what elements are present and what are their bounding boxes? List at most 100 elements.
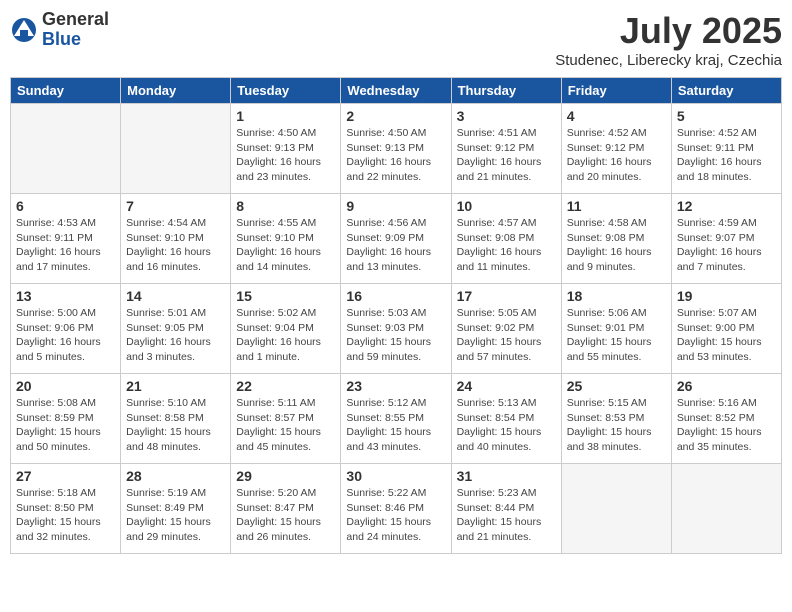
day-info: Sunrise: 5:11 AM Sunset: 8:57 PM Dayligh…: [236, 396, 335, 455]
day-number: 9: [346, 198, 445, 214]
day-info: Sunrise: 5:22 AM Sunset: 8:46 PM Dayligh…: [346, 486, 445, 545]
day-number: 14: [126, 288, 225, 304]
logo-general-text: General: [42, 10, 109, 30]
day-info: Sunrise: 4:50 AM Sunset: 9:13 PM Dayligh…: [346, 126, 445, 185]
day-info: Sunrise: 5:10 AM Sunset: 8:58 PM Dayligh…: [126, 396, 225, 455]
calendar-table: SundayMondayTuesdayWednesdayThursdayFrid…: [10, 77, 782, 554]
calendar-week-row: 20Sunrise: 5:08 AM Sunset: 8:59 PM Dayli…: [11, 374, 782, 464]
calendar-cell: 20Sunrise: 5:08 AM Sunset: 8:59 PM Dayli…: [11, 374, 121, 464]
day-number: 21: [126, 378, 225, 394]
day-header-tuesday: Tuesday: [231, 78, 341, 104]
calendar-cell: 24 Sunrise: 5:13 AM Sunset: 8:54 PM Dayli…: [451, 374, 561, 464]
day-number: 19: [677, 288, 776, 304]
day-number: 11: [567, 198, 666, 214]
day-info: Sunrise: 4:55 AM Sunset: 9:10 PM Dayligh…: [236, 216, 335, 275]
day-info: Sunrise: 5:00 AM Sunset: 9:06 PM Dayligh…: [16, 306, 115, 365]
calendar-cell: 18Sunrise: 5:06 AM Sunset: 9:01 PM Dayli…: [561, 284, 671, 374]
calendar-cell: 2 Sunrise: 4:50 AM Sunset: 9:13 PM Daylig…: [341, 104, 451, 194]
day-info: Sunrise: 4:59 AM Sunset: 9:07 PM Dayligh…: [677, 216, 776, 275]
day-number: 29: [236, 468, 335, 484]
day-number: 6: [16, 198, 115, 214]
calendar-cell: 7 Sunrise: 4:54 AM Sunset: 9:10 PM Daylig…: [121, 194, 231, 284]
logo-blue-text: Blue: [42, 30, 109, 50]
day-info: Sunrise: 5:07 AM Sunset: 9:00 PM Dayligh…: [677, 306, 776, 365]
day-info: Sunrise: 4:56 AM Sunset: 9:09 PM Dayligh…: [346, 216, 445, 275]
calendar-cell: 3 Sunrise: 4:51 AM Sunset: 9:12 PM Daylig…: [451, 104, 561, 194]
day-info: Sunrise: 4:50 AM Sunset: 9:13 PM Dayligh…: [236, 126, 335, 185]
day-number: 10: [457, 198, 556, 214]
day-header-sunday: Sunday: [11, 78, 121, 104]
day-number: 4: [567, 108, 666, 124]
calendar-week-row: 1Sunrise: 4:50 AM Sunset: 9:13 PM Daylig…: [11, 104, 782, 194]
day-info: Sunrise: 4:52 AM Sunset: 9:11 PM Dayligh…: [677, 126, 776, 185]
day-number: 23: [346, 378, 445, 394]
month-year-title: July 2025: [555, 10, 782, 52]
day-info: Sunrise: 4:53 AM Sunset: 9:11 PM Dayligh…: [16, 216, 115, 275]
day-number: 16: [346, 288, 445, 304]
calendar-cell: 15 Sunrise: 5:02 AM Sunset: 9:04 PM Dayli…: [231, 284, 341, 374]
calendar-cell: 21 Sunrise: 5:10 AM Sunset: 8:58 PM Dayli…: [121, 374, 231, 464]
day-number: 26: [677, 378, 776, 394]
day-number: 15: [236, 288, 335, 304]
calendar-week-row: 6 Sunrise: 4:53 AM Sunset: 9:11 PM Daylig…: [11, 194, 782, 284]
day-info: Sunrise: 5:05 AM Sunset: 9:02 PM Dayligh…: [457, 306, 556, 365]
calendar-cell: 31Sunrise: 5:23 AM Sunset: 8:44 PM Dayli…: [451, 464, 561, 554]
calendar-cell: 5Sunrise: 4:52 AM Sunset: 9:11 PM Daylig…: [671, 104, 781, 194]
calendar-cell: 10 Sunrise: 4:57 AM Sunset: 9:08 PM Dayli…: [451, 194, 561, 284]
day-header-friday: Friday: [561, 78, 671, 104]
calendar-cell: 1Sunrise: 4:50 AM Sunset: 9:13 PM Daylig…: [231, 104, 341, 194]
day-info: Sunrise: 5:03 AM Sunset: 9:03 PM Dayligh…: [346, 306, 445, 365]
calendar-cell: 11 Sunrise: 4:58 AM Sunset: 9:08 PM Dayli…: [561, 194, 671, 284]
day-info: Sunrise: 4:51 AM Sunset: 9:12 PM Dayligh…: [457, 126, 556, 185]
day-info: Sunrise: 5:15 AM Sunset: 8:53 PM Dayligh…: [567, 396, 666, 455]
calendar-cell: 29 Sunrise: 5:20 AM Sunset: 8:47 PM Dayli…: [231, 464, 341, 554]
day-info: Sunrise: 4:54 AM Sunset: 9:10 PM Dayligh…: [126, 216, 225, 275]
day-info: Sunrise: 4:58 AM Sunset: 9:08 PM Dayligh…: [567, 216, 666, 275]
day-info: Sunrise: 5:01 AM Sunset: 9:05 PM Dayligh…: [126, 306, 225, 365]
title-block: July 2025 Studenec, Liberecky kraj, Czec…: [555, 10, 782, 69]
calendar-cell: [671, 464, 781, 554]
calendar-cell: 9 Sunrise: 4:56 AM Sunset: 9:09 PM Daylig…: [341, 194, 451, 284]
day-number: 7: [126, 198, 225, 214]
day-number: 20: [16, 378, 115, 394]
day-number: 28: [126, 468, 225, 484]
day-number: 30: [346, 468, 445, 484]
calendar-cell: 27 Sunrise: 5:18 AM Sunset: 8:50 PM Dayli…: [11, 464, 121, 554]
day-info: Sunrise: 5:13 AM Sunset: 8:54 PM Dayligh…: [457, 396, 556, 455]
calendar-cell: 13 Sunrise: 5:00 AM Sunset: 9:06 PM Dayli…: [11, 284, 121, 374]
day-number: 27: [16, 468, 115, 484]
day-number: 24: [457, 378, 556, 394]
day-info: Sunrise: 5:19 AM Sunset: 8:49 PM Dayligh…: [126, 486, 225, 545]
day-number: 3: [457, 108, 556, 124]
day-number: 18: [567, 288, 666, 304]
day-header-thursday: Thursday: [451, 78, 561, 104]
calendar-header-row: SundayMondayTuesdayWednesdayThursdayFrid…: [11, 78, 782, 104]
logo-icon: [10, 16, 38, 44]
day-info: Sunrise: 5:20 AM Sunset: 8:47 PM Dayligh…: [236, 486, 335, 545]
day-number: 17: [457, 288, 556, 304]
day-number: 2: [346, 108, 445, 124]
day-number: 13: [16, 288, 115, 304]
day-info: Sunrise: 5:12 AM Sunset: 8:55 PM Dayligh…: [346, 396, 445, 455]
day-info: Sunrise: 4:52 AM Sunset: 9:12 PM Dayligh…: [567, 126, 666, 185]
calendar-cell: 6 Sunrise: 4:53 AM Sunset: 9:11 PM Daylig…: [11, 194, 121, 284]
day-header-wednesday: Wednesday: [341, 78, 451, 104]
day-info: Sunrise: 5:18 AM Sunset: 8:50 PM Dayligh…: [16, 486, 115, 545]
day-number: 22: [236, 378, 335, 394]
calendar-cell: 19 Sunrise: 5:07 AM Sunset: 9:00 PM Dayli…: [671, 284, 781, 374]
day-header-saturday: Saturday: [671, 78, 781, 104]
calendar-cell: 16 Sunrise: 5:03 AM Sunset: 9:03 PM Dayli…: [341, 284, 451, 374]
calendar-week-row: 13 Sunrise: 5:00 AM Sunset: 9:06 PM Dayli…: [11, 284, 782, 374]
calendar-cell: 22 Sunrise: 5:11 AM Sunset: 8:57 PM Dayli…: [231, 374, 341, 464]
day-number: 12: [677, 198, 776, 214]
day-info: Sunrise: 5:02 AM Sunset: 9:04 PM Dayligh…: [236, 306, 335, 365]
day-info: Sunrise: 5:23 AM Sunset: 8:44 PM Dayligh…: [457, 486, 556, 545]
day-info: Sunrise: 4:57 AM Sunset: 9:08 PM Dayligh…: [457, 216, 556, 275]
calendar-cell: 30 Sunrise: 5:22 AM Sunset: 8:46 PM Dayli…: [341, 464, 451, 554]
calendar-cell: 28 Sunrise: 5:19 AM Sunset: 8:49 PM Dayli…: [121, 464, 231, 554]
calendar-cell: 14 Sunrise: 5:01 AM Sunset: 9:05 PM Dayli…: [121, 284, 231, 374]
calendar-cell: [11, 104, 121, 194]
page-header: General Blue July 2025 Studenec, Liberec…: [10, 10, 782, 69]
calendar-cell: 8 Sunrise: 4:55 AM Sunset: 9:10 PM Daylig…: [231, 194, 341, 284]
day-number: 8: [236, 198, 335, 214]
